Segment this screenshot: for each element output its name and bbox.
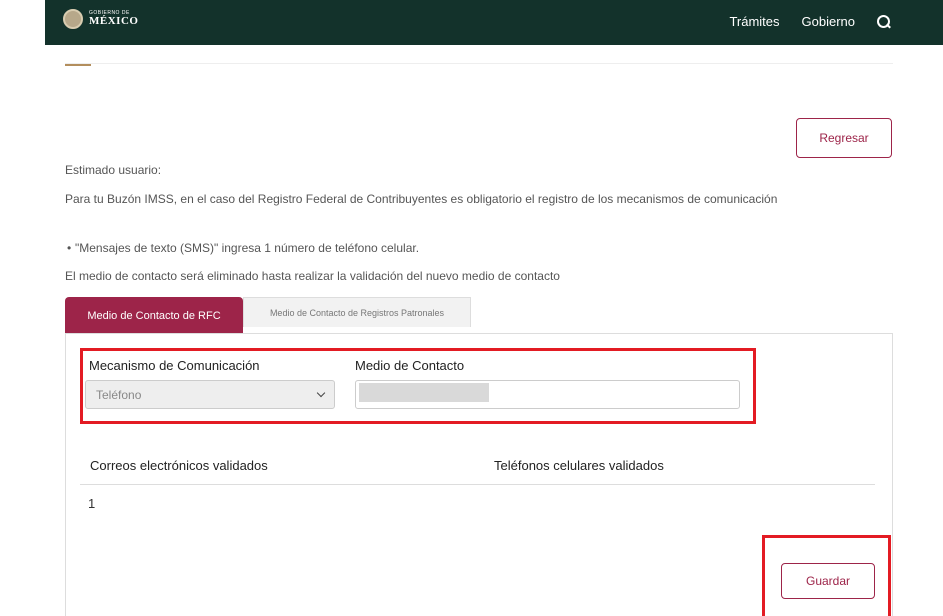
top-navbar: GOBIERNO DE MÉXICO Trámites Gobierno — [45, 0, 943, 45]
contact-input[interactable] — [355, 380, 740, 409]
guardar-button[interactable]: Guardar — [781, 563, 875, 599]
sms-bullet-item: "Mensajes de texto (SMS)" ingresa 1 núme… — [67, 240, 419, 257]
mechanism-label: Mecanismo de Comunicación — [89, 358, 260, 373]
redacted-value — [359, 383, 489, 402]
mechanism-select[interactable]: Teléfono — [85, 380, 335, 409]
table-divider — [80, 484, 875, 485]
header-divider — [65, 63, 893, 64]
emails-validated-header: Correos electrónicos validados — [90, 458, 268, 473]
logo-text: GOBIERNO DE MÉXICO — [89, 11, 138, 27]
search-icon[interactable] — [877, 14, 891, 29]
gobierno-mexico-logo[interactable]: GOBIERNO DE MÉXICO — [63, 9, 138, 29]
logo-big-text: MÉXICO — [89, 15, 139, 27]
email-cell: 1 — [88, 496, 96, 511]
regresar-button[interactable]: Regresar — [796, 118, 892, 158]
validation-notice: El medio de contacto será eliminado hast… — [65, 269, 560, 283]
greeting-text: Estimado usuario: — [65, 163, 162, 177]
mechanism-select-value: Teléfono — [96, 387, 142, 402]
chevron-down-icon — [316, 388, 326, 398]
seal-icon — [63, 9, 83, 29]
tab-medio-contacto-registros-patronales[interactable]: Medio de Contacto de Registros Patronale… — [243, 297, 471, 327]
tab-medio-contacto-rfc[interactable]: Medio de Contacto de RFC — [65, 297, 243, 334]
nav-links: Trámites Gobierno — [707, 14, 891, 29]
phones-validated-header: Teléfonos celulares validados — [494, 458, 664, 473]
instructions-paragraph: Para tu Buzón IMSS, en el caso del Regis… — [65, 192, 778, 206]
contact-label: Medio de Contacto — [355, 358, 465, 373]
nav-gobierno[interactable]: Gobierno — [802, 14, 855, 29]
nav-tramites[interactable]: Trámites — [729, 14, 779, 29]
